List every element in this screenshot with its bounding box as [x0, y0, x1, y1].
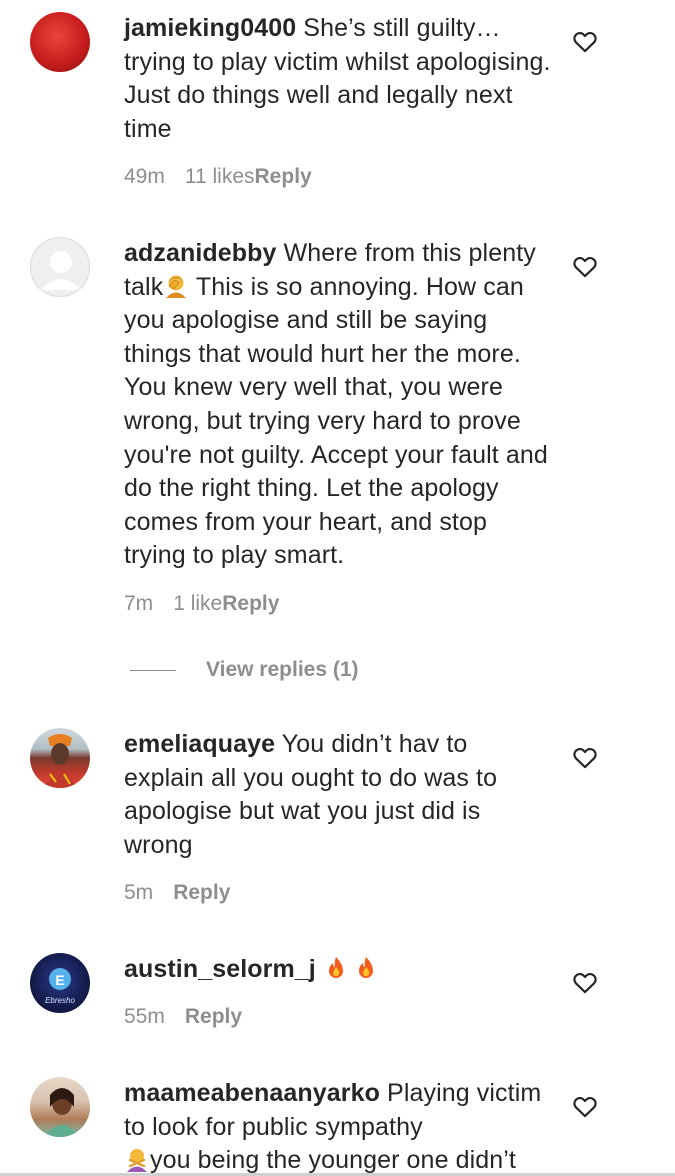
comment-meta: 55m Reply	[124, 1005, 242, 1029]
facepalm-emoji	[166, 275, 187, 298]
avatar-logo-text: Ebresho	[45, 996, 75, 1005]
comment-body: adzanidebby Where from this plenty talk …	[124, 237, 549, 573]
view-replies-row[interactable]: View replies (1)	[130, 655, 359, 685]
fire-emoji	[358, 957, 373, 978]
username[interactable]: emeliaquaye	[124, 730, 275, 758]
reply-button[interactable]: Reply	[173, 881, 230, 904]
comment-meta: 49m 11 likesReply	[124, 165, 312, 189]
timestamp: 7m	[124, 592, 154, 615]
reply-button[interactable]: Reply	[222, 592, 279, 615]
avatar[interactable]	[30, 1077, 90, 1137]
comment-body: austin_selorm_j	[124, 953, 554, 987]
comment-body: maameabenaanyarko Playing victim to look…	[124, 1077, 554, 1176]
avatar[interactable]: E Ebresho	[30, 953, 90, 1013]
comment-text: maameabenaanyarko Playing victim to look…	[124, 1079, 542, 1175]
heart-outline-icon[interactable]	[572, 745, 598, 769]
heart-outline-icon[interactable]	[572, 1094, 598, 1118]
username[interactable]: maameabenaanyarko	[124, 1079, 380, 1107]
comment-text: austin_selorm_j	[124, 953, 554, 987]
divider-line	[130, 669, 176, 671]
svg-text:E: E	[55, 972, 64, 988]
timestamp: 5m	[124, 881, 154, 904]
view-replies-button[interactable]: View replies (1)	[206, 658, 359, 682]
like-count[interactable]: 11 likes	[185, 165, 255, 188]
heart-outline-icon[interactable]	[572, 254, 598, 278]
username[interactable]: adzanidebby	[124, 239, 277, 267]
fire-emoji	[328, 957, 343, 978]
comment-text: adzanidebby Where from this plenty talk …	[124, 239, 548, 570]
default-avatar-icon[interactable]	[30, 237, 90, 297]
comment-meta: 7m 1 likeReply	[124, 592, 279, 616]
username[interactable]: austin_selorm_j	[124, 955, 316, 983]
woman-gesturing-no-emoji	[127, 1149, 147, 1173]
heart-outline-icon[interactable]	[572, 970, 598, 994]
comment-body: jamieking0400 She’s still guilty… trying…	[124, 12, 554, 146]
avatar[interactable]	[30, 12, 90, 72]
like-count[interactable]: 1 like	[173, 592, 222, 615]
reply-button[interactable]: Reply	[185, 1005, 242, 1028]
username[interactable]: jamieking0400	[124, 14, 296, 42]
timestamp: 55m	[124, 1005, 165, 1028]
timestamp: 49m	[124, 165, 165, 188]
reply-button[interactable]: Reply	[255, 165, 312, 188]
comment-body: emeliaquaye You didn’t hav to explain al…	[124, 728, 554, 862]
comment-meta: 5m Reply	[124, 881, 230, 905]
comment-text: jamieking0400 She’s still guilty… trying…	[124, 14, 551, 143]
avatar[interactable]	[30, 728, 90, 788]
comment-text: emeliaquaye You didn’t hav to explain al…	[124, 730, 498, 859]
heart-outline-icon[interactable]	[572, 29, 598, 53]
